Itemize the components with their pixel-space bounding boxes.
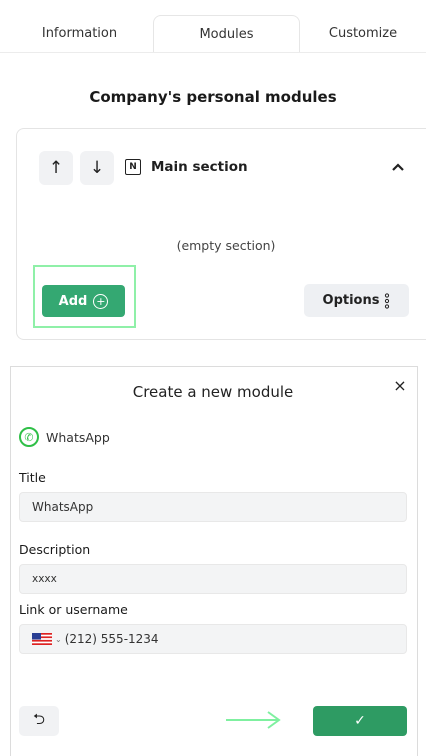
tab-customize[interactable]: Customize — [300, 15, 426, 52]
chevron-up-icon — [392, 163, 404, 171]
options-label: Options — [322, 293, 380, 308]
collapse-button[interactable] — [389, 159, 407, 175]
description-value: xxxx — [32, 573, 57, 585]
add-label: Add — [58, 293, 88, 309]
notion-icon: N — [125, 159, 141, 175]
tab-information[interactable]: Information — [8, 15, 151, 52]
kebab-icon — [385, 292, 390, 309]
description-input[interactable]: xxxx — [19, 564, 407, 594]
chevron-down-icon[interactable]: ⌄ — [55, 635, 62, 644]
empty-section-text: (empty section) — [176, 238, 276, 253]
plus-circle-icon: + — [93, 293, 109, 309]
module-type-label: WhatsApp — [46, 429, 110, 445]
module-type: ✆ WhatsApp — [19, 427, 110, 447]
move-up-button[interactable]: ↑ — [39, 151, 73, 185]
phone-placeholder: (212) 555-1234 — [64, 632, 159, 646]
arrow-up-icon: ↑ — [48, 158, 64, 178]
tabs-divider — [0, 52, 426, 53]
add-button[interactable]: Add + — [42, 285, 125, 317]
us-flag-icon — [32, 633, 52, 645]
arrow-right-icon — [226, 711, 281, 729]
move-down-button[interactable]: ↓ — [80, 151, 114, 185]
whatsapp-icon: ✆ — [19, 427, 39, 447]
section-title: Main section — [151, 159, 248, 175]
link-label: Link or username — [19, 602, 128, 617]
options-button[interactable]: Options — [304, 284, 409, 317]
create-module-modal — [10, 366, 418, 756]
tab-modules[interactable]: Modules — [153, 15, 300, 53]
undo-icon: ⮌ — [32, 709, 45, 728]
tab-bar: Information Modules Customize — [0, 15, 426, 53]
undo-button[interactable]: ⮌ — [19, 706, 59, 736]
title-label: Title — [19, 470, 46, 485]
title-input[interactable]: WhatsApp — [19, 492, 407, 522]
title-value: WhatsApp — [32, 500, 94, 514]
close-icon[interactable]: × — [392, 378, 408, 394]
confirm-button[interactable]: ✓ — [313, 706, 407, 736]
check-icon: ✓ — [354, 713, 366, 729]
arrow-down-icon: ↓ — [89, 158, 105, 178]
description-label: Description — [19, 542, 91, 557]
phone-input[interactable]: ⌄ (212) 555-1234 — [19, 624, 407, 654]
modal-title: Create a new module — [132, 383, 294, 401]
page-title: Company's personal modules — [89, 88, 337, 106]
